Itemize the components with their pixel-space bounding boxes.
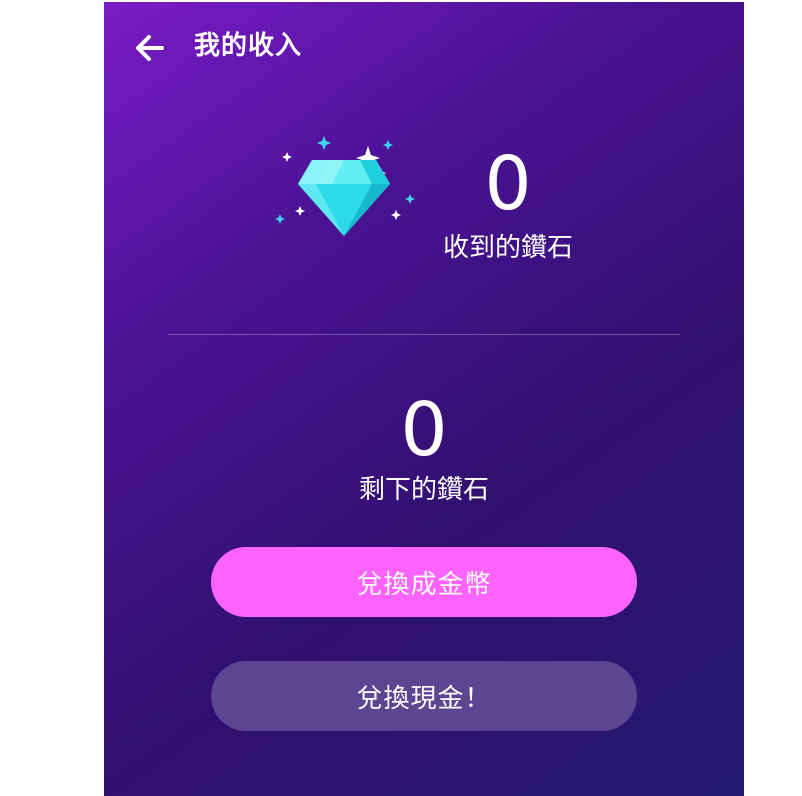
income-panel: 我的收入 0 收到的鑽石 0 剩下的鑽石 兌換成金幣 兌換現金！ xyxy=(104,2,744,796)
received-diamonds-count: 0 xyxy=(484,141,532,227)
exchange-coins-button[interactable]: 兌換成金幣 xyxy=(211,547,637,617)
header-bar: 我的收入 xyxy=(104,2,744,92)
divider xyxy=(168,334,680,335)
received-diamonds-label: 收到的鑽石 xyxy=(442,233,573,263)
back-button[interactable] xyxy=(132,30,168,66)
remaining-diamonds-label: 剩下的鑽石 xyxy=(358,475,489,505)
remaining-diamonds-count: 0 xyxy=(400,387,448,473)
arrow-left-icon xyxy=(136,35,164,61)
exchange-cash-button[interactable]: 兌換現金！ xyxy=(211,661,637,731)
page-title: 我的收入 xyxy=(194,31,303,61)
diamond-icon xyxy=(275,136,415,236)
